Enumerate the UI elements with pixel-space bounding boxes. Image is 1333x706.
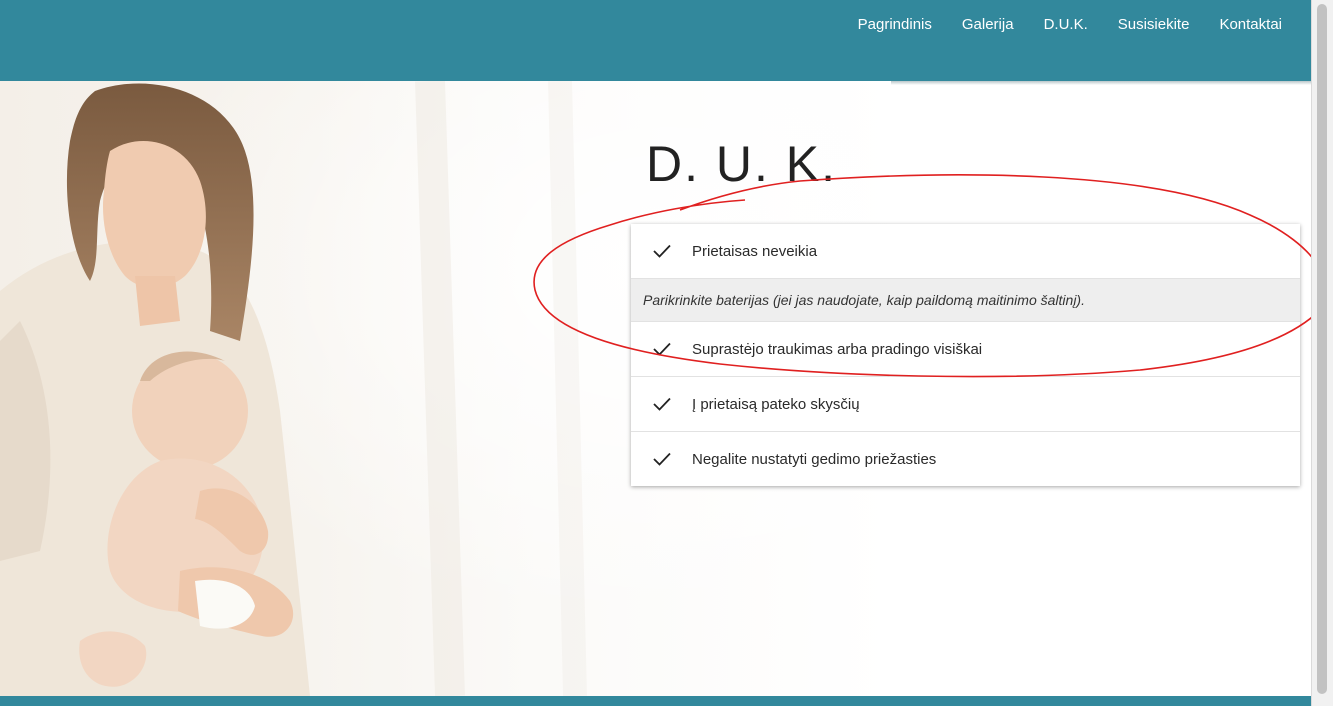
- faq-question: Negalite nustatyti gedimo priežasties: [692, 450, 937, 468]
- footer-bar: [0, 696, 1311, 706]
- faq-accordion: Prietaisas neveikia Parikrinkite baterij…: [631, 224, 1300, 486]
- faq-item[interactable]: Į prietaisą pateko skysčių: [631, 377, 1300, 432]
- nav-item-galerija[interactable]: Galerija: [947, 16, 1029, 34]
- faq-answer: Parikrinkite baterijas (jei jas naudojat…: [631, 279, 1300, 322]
- main-nav: Pagrindinis Galerija D.U.K. Susisiekite …: [843, 16, 1297, 34]
- faq-question: Prietaisas neveikia: [692, 242, 818, 260]
- nav-item-kontaktai[interactable]: Kontaktai: [1204, 16, 1297, 34]
- check-icon: [652, 339, 672, 359]
- nav-item-susisiekite[interactable]: Susisiekite: [1103, 16, 1205, 34]
- check-icon: [652, 241, 672, 261]
- faq-item[interactable]: Prietaisas neveikia: [631, 224, 1300, 279]
- faq-item[interactable]: Suprastėjo traukimas arba pradingo visiš…: [631, 322, 1300, 377]
- faq-question: Į prietaisą pateko skysčių: [692, 395, 860, 413]
- header-shadow: [891, 81, 1311, 85]
- scrollbar-thumb[interactable]: [1317, 4, 1327, 694]
- nav-item-pagrindinis[interactable]: Pagrindinis: [843, 16, 947, 34]
- page: Pagrindinis Galerija D.U.K. Susisiekite …: [0, 0, 1333, 706]
- scrollbar[interactable]: [1311, 0, 1333, 706]
- nav-item-duk[interactable]: D.U.K.: [1029, 16, 1103, 34]
- check-icon: [652, 449, 672, 469]
- page-title: D. U. K.: [646, 136, 838, 192]
- faq-item[interactable]: Negalite nustatyti gedimo priežasties: [631, 432, 1300, 486]
- check-icon: [652, 394, 672, 414]
- faq-question: Suprastėjo traukimas arba pradingo visiš…: [692, 340, 983, 358]
- site-header: Pagrindinis Galerija D.U.K. Susisiekite …: [0, 0, 1311, 81]
